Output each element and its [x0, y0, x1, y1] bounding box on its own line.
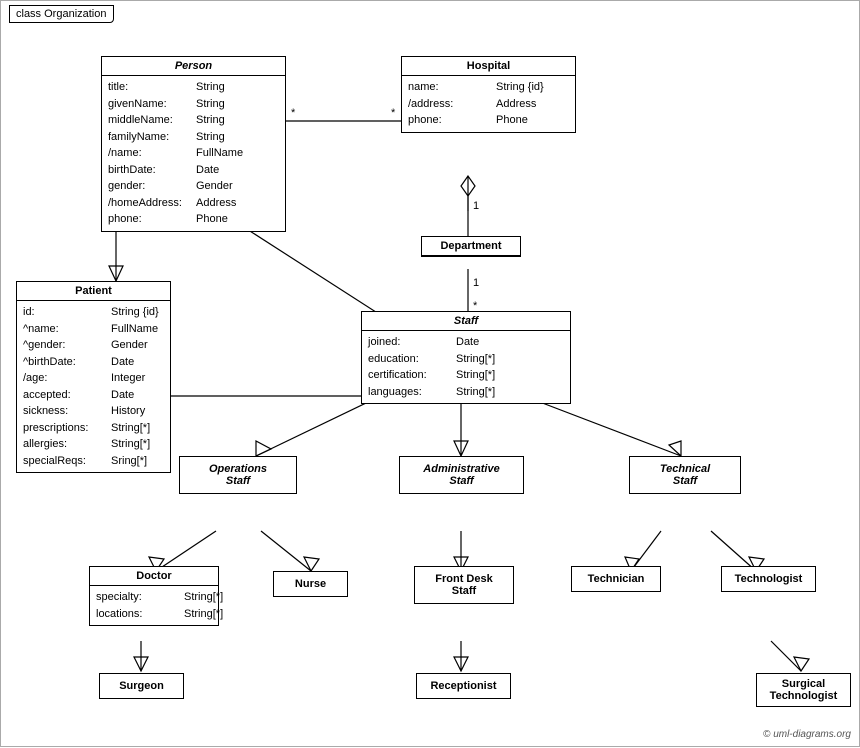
front-desk-staff-title: Front DeskStaff	[415, 567, 513, 603]
department-title: Department	[422, 237, 520, 256]
receptionist-class: Receptionist	[416, 673, 511, 699]
operations-staff-class: OperationsStaff	[179, 456, 297, 494]
technical-staff-title: TechnicalStaff	[630, 457, 740, 493]
technologist-title: Technologist	[722, 567, 815, 591]
technician-class: Technician	[571, 566, 661, 592]
svg-text:*: *	[391, 107, 396, 119]
svg-text:1: 1	[473, 200, 479, 212]
doctor-title: Doctor	[90, 567, 218, 586]
person-title: Person	[102, 57, 285, 76]
technical-staff-class: TechnicalStaff	[629, 456, 741, 494]
diagram-title: class Organization	[9, 5, 114, 23]
staff-class: Staff joined:Date education:String[*] ce…	[361, 311, 571, 404]
svg-text:1: 1	[473, 277, 479, 289]
patient-title: Patient	[17, 282, 170, 301]
administrative-staff-class: AdministrativeStaff	[399, 456, 524, 494]
technologist-class: Technologist	[721, 566, 816, 592]
patient-class: Patient id:String {id} ^name:FullName ^g…	[16, 281, 171, 473]
staff-title: Staff	[362, 312, 570, 331]
patient-attrs: id:String {id} ^name:FullName ^gender:Ge…	[17, 301, 170, 472]
front-desk-staff-class: Front DeskStaff	[414, 566, 514, 604]
hospital-title: Hospital	[402, 57, 575, 76]
person-attrs: title:String givenName:String middleName…	[102, 76, 285, 231]
diagram-container: class Organization * * 1 * 1 *	[0, 0, 860, 747]
copyright: © uml-diagrams.org	[763, 729, 851, 740]
doctor-class: Doctor specialty:String[*] locations:Str…	[89, 566, 219, 626]
surgeon-class: Surgeon	[99, 673, 184, 699]
hospital-class: Hospital name:String {id} /address:Addre…	[401, 56, 576, 133]
staff-attrs: joined:Date education:String[*] certific…	[362, 331, 570, 403]
department-class: Department	[421, 236, 521, 257]
svg-text:*: *	[291, 107, 296, 119]
receptionist-title: Receptionist	[417, 674, 510, 698]
surgeon-title: Surgeon	[100, 674, 183, 698]
surgical-technologist-title: SurgicalTechnologist	[757, 674, 850, 706]
nurse-class: Nurse	[273, 571, 348, 597]
nurse-title: Nurse	[274, 572, 347, 596]
technician-title: Technician	[572, 567, 660, 591]
surgical-technologist-class: SurgicalTechnologist	[756, 673, 851, 707]
doctor-attrs: specialty:String[*] locations:String[*]	[90, 586, 218, 625]
hospital-attrs: name:String {id} /address:Address phone:…	[402, 76, 575, 132]
person-class: Person title:String givenName:String mid…	[101, 56, 286, 232]
operations-staff-title: OperationsStaff	[180, 457, 296, 493]
administrative-staff-title: AdministrativeStaff	[400, 457, 523, 493]
